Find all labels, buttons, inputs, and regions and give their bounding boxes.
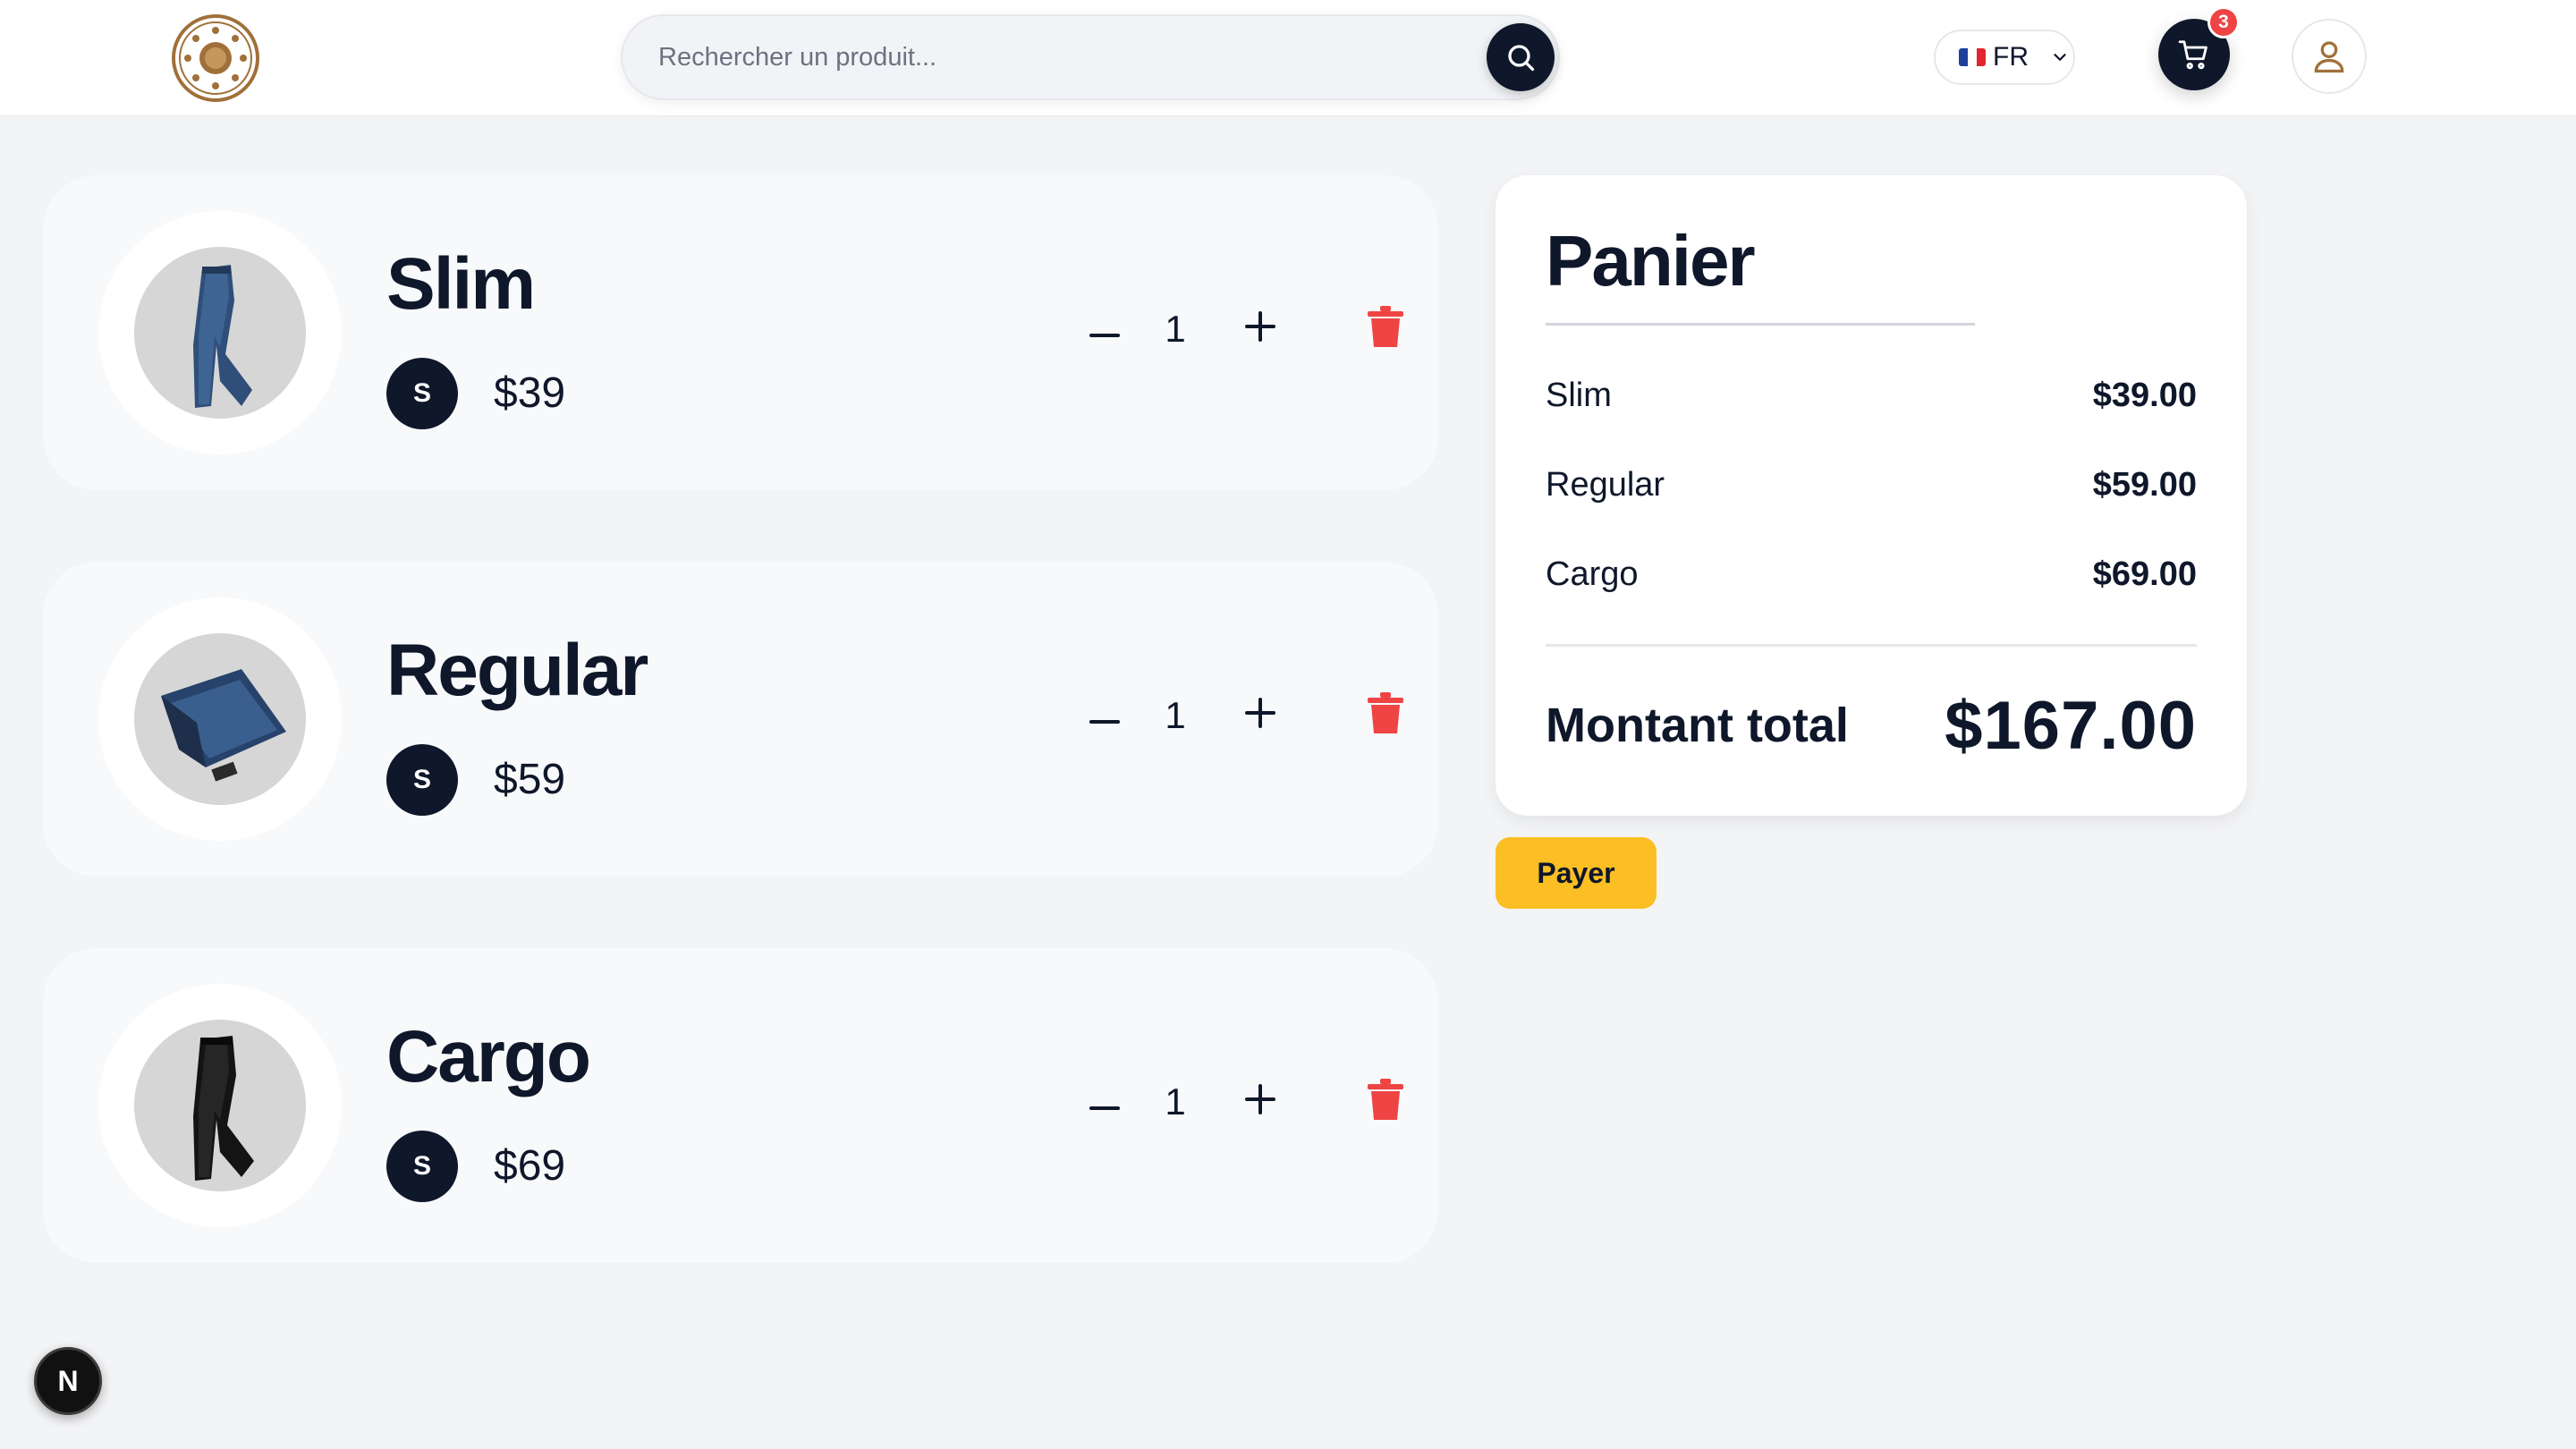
increase-quantity-button[interactable] — [1238, 304, 1283, 349]
cart-item: Slim S $39 1 — [43, 175, 1438, 490]
product-price: $39 — [494, 369, 566, 417]
product-name[interactable]: Regular — [386, 629, 648, 713]
increase-quantity-button[interactable] — [1238, 691, 1283, 735]
cart-count-badge: 3 — [2207, 6, 2240, 38]
cart-icon — [2178, 40, 2207, 70]
summary-line: Slim $39.00 — [1546, 369, 2197, 422]
size-badge: S — [386, 358, 458, 429]
decrease-quantity-button[interactable] — [1082, 313, 1127, 358]
size-badge: S — [386, 744, 458, 816]
plus-icon — [1245, 1084, 1275, 1114]
summary-line-amount: $69.00 — [2092, 555, 2197, 593]
search-icon — [1508, 45, 1535, 72]
product-image[interactable] — [134, 633, 306, 805]
language-selector[interactable]: FR — [1934, 30, 2075, 85]
total-label: Montant total — [1546, 699, 1849, 752]
dev-tools-badge[interactable]: N — [34, 1347, 102, 1415]
cart-item: Regular S $59 1 — [43, 562, 1438, 877]
summary-line-label: Regular — [1546, 465, 1665, 504]
pay-button[interactable]: Payer — [1496, 837, 1657, 909]
quantity-value: 1 — [1165, 1080, 1186, 1123]
product-price: $69 — [494, 1142, 566, 1190]
quantity-value: 1 — [1165, 308, 1186, 350]
product-image[interactable] — [134, 1020, 306, 1191]
title-divider — [1546, 323, 1975, 326]
size-badge: S — [386, 1131, 458, 1202]
summary-line: Regular $59.00 — [1546, 458, 2197, 512]
france-flag-icon — [1959, 48, 1986, 66]
search-bar — [621, 14, 1560, 100]
user-account-button[interactable] — [2292, 19, 2367, 94]
summary-title: Panier — [1546, 221, 1756, 301]
search-button[interactable] — [1487, 23, 1555, 91]
trash-icon — [1368, 692, 1403, 733]
remove-item-button[interactable] — [1363, 1073, 1408, 1127]
total-amount: $167.00 — [1945, 687, 2197, 764]
cart-item: Cargo S $69 1 — [43, 948, 1438, 1263]
summary-divider — [1546, 644, 2197, 647]
language-label: FR — [1993, 42, 2029, 72]
minus-icon — [1089, 334, 1120, 337]
chevron-down-icon — [2054, 54, 2066, 61]
summary-total: Montant total $167.00 — [1546, 685, 2197, 766]
quantity-value: 1 — [1165, 694, 1186, 736]
plus-icon — [1245, 698, 1275, 728]
product-image-frame — [98, 597, 342, 841]
increase-quantity-button[interactable] — [1238, 1077, 1283, 1122]
minus-icon — [1089, 720, 1120, 724]
summary-line-label: Slim — [1546, 376, 1612, 414]
product-name[interactable]: Slim — [386, 242, 536, 326]
product-name[interactable]: Cargo — [386, 1015, 591, 1099]
summary-line: Cargo $69.00 — [1546, 547, 2197, 601]
remove-item-button[interactable] — [1363, 687, 1408, 741]
decrease-quantity-button[interactable] — [1082, 699, 1127, 744]
summary-line-label: Cargo — [1546, 555, 1639, 593]
search-input[interactable] — [658, 16, 1463, 98]
remove-item-button[interactable] — [1363, 301, 1408, 354]
decrease-quantity-button[interactable] — [1082, 1086, 1127, 1131]
summary-line-amount: $39.00 — [2092, 376, 2197, 414]
product-image-frame — [98, 984, 342, 1227]
trash-icon — [1368, 1079, 1403, 1120]
product-image[interactable] — [134, 247, 306, 419]
minus-icon — [1089, 1106, 1120, 1110]
trash-icon — [1368, 306, 1403, 347]
brand-logo-icon[interactable] — [170, 13, 261, 104]
user-icon — [2314, 41, 2344, 73]
product-image-frame — [98, 211, 342, 454]
top-header: FR 3 — [0, 0, 2576, 116]
product-price: $59 — [494, 756, 566, 803]
plus-icon — [1245, 311, 1275, 342]
cart-summary: Panier Slim $39.00 Regular $59.00 Cargo … — [1496, 175, 2247, 816]
summary-line-amount: $59.00 — [2092, 465, 2197, 504]
